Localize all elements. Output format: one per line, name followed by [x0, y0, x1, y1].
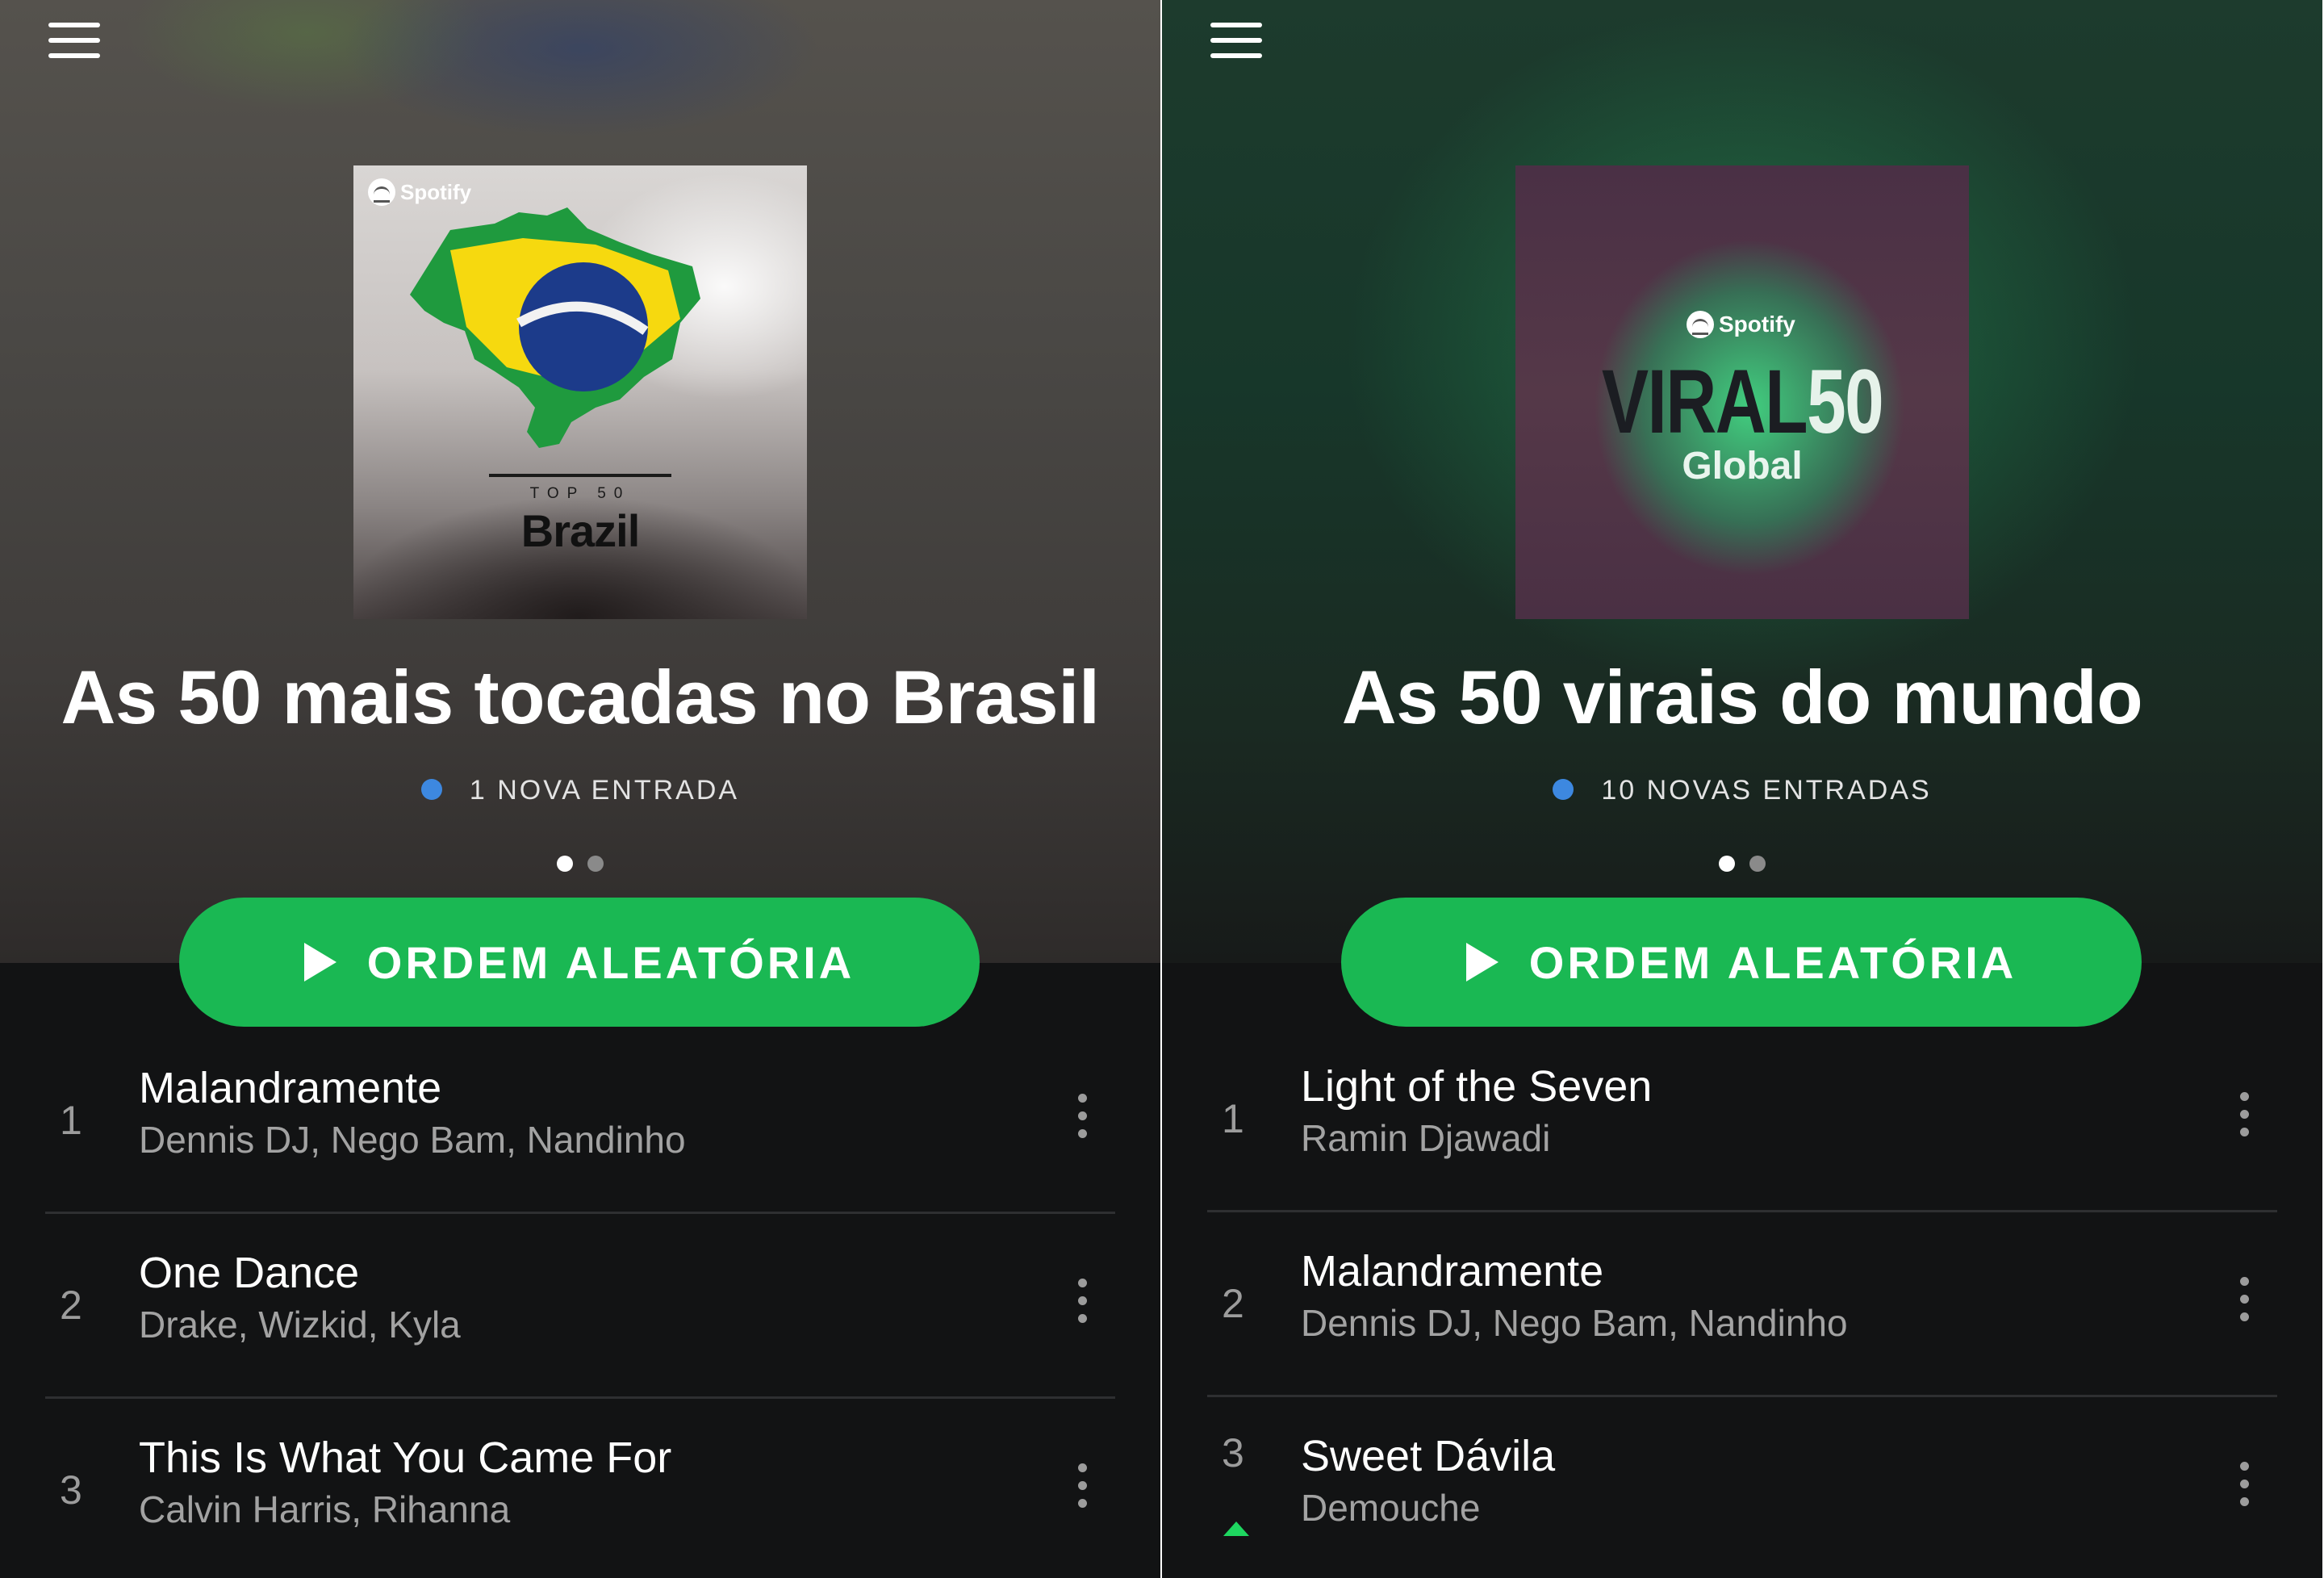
track-title: This Is What You Came For — [139, 1434, 672, 1482]
track-row[interactable]: 1 Light of the Seven Ramin Djawadi — [1207, 1028, 2277, 1210]
page-dot[interactable] — [1749, 856, 1766, 872]
track-row[interactable]: 1 Malandramente Dennis DJ, Nego Bam, Nan… — [45, 1029, 1115, 1212]
more-options-icon[interactable] — [1070, 1463, 1094, 1520]
new-entry-dot-icon — [1553, 779, 1574, 801]
track-row[interactable]: 3 Sweet Dávila Demouche — [1207, 1397, 2277, 1578]
cover-viral-title: VIRAL50 — [1565, 350, 1919, 454]
track-artist: Calvin Harris, Rihanna — [139, 1488, 511, 1530]
more-options-icon[interactable] — [1070, 1094, 1094, 1150]
trend-up-icon — [1223, 1521, 1249, 1536]
track-number: 1 — [1222, 1096, 1244, 1141]
page-dot-active[interactable] — [557, 856, 573, 872]
cover-viral-number: 50 — [1807, 351, 1884, 452]
track-title: Malandramente — [1301, 1247, 1604, 1295]
playlist-cover: Spotify TOP 50 Brazil — [353, 165, 807, 619]
track-title: Malandramente — [139, 1064, 442, 1112]
track-number: 1 — [60, 1098, 82, 1143]
playlist-cover: Spotify VIRAL50 Global — [1515, 165, 1969, 619]
new-entries-badge: 1 NOVA ENTRADA — [0, 775, 1160, 806]
track-artist: Dennis DJ, Nego Bam, Nandinho — [1301, 1302, 1848, 1344]
track-title: One Dance — [139, 1249, 360, 1297]
cover-viral-word: VIRAL — [1601, 351, 1808, 452]
track-artist: Demouche — [1301, 1487, 1481, 1529]
spotify-wordmark: Spotify — [1719, 312, 1795, 337]
page-indicator[interactable] — [0, 856, 1160, 876]
track-artist: Dennis DJ, Nego Bam, Nandinho — [139, 1119, 686, 1161]
cover-divider — [489, 474, 671, 477]
track-title: Sweet Dávila — [1301, 1432, 1556, 1480]
new-entries-badge: 10 NOVAS ENTRADAS — [1162, 775, 2322, 806]
playlist-title: As 50 virais do mundo — [1341, 655, 2143, 739]
track-row[interactable]: 2 Malandramente Dennis DJ, Nego Bam, Nan… — [1207, 1212, 2277, 1395]
new-entries-label: 10 NOVAS ENTRADAS — [1601, 775, 1932, 806]
play-icon — [303, 943, 336, 982]
cover-subtitle: Global — [1682, 445, 1803, 488]
more-options-icon[interactable] — [2232, 1092, 2256, 1149]
playlist-panel-brazil: Spotify TOP 50 Brazil As 50 mais tocadas… — [0, 0, 1160, 1578]
page-dot[interactable] — [587, 856, 604, 872]
new-entry-dot-icon — [420, 779, 442, 801]
cover-top-label: TOP 50 — [529, 485, 631, 502]
playlist-title: As 50 mais tocadas no Brasil — [61, 655, 1100, 739]
spotify-icon — [1687, 311, 1714, 338]
track-number: 3 — [1222, 1430, 1244, 1475]
shuffle-label: ORDEM ALEATÓRIA — [366, 936, 855, 988]
menu-icon[interactable] — [48, 23, 105, 61]
page-dot-active[interactable] — [1719, 856, 1735, 872]
shuffle-label: ORDEM ALEATÓRIA — [1528, 936, 2017, 988]
track-number: 3 — [60, 1467, 82, 1513]
more-options-icon[interactable] — [1070, 1279, 1094, 1335]
track-number: 2 — [60, 1283, 82, 1328]
page-indicator[interactable] — [1162, 856, 2322, 876]
play-icon — [1465, 943, 1498, 982]
playlist-panel-viral: Spotify VIRAL50 Global As 50 virais do m… — [1162, 0, 2322, 1578]
spotify-logo: Spotify — [1687, 311, 1795, 338]
new-entries-label: 1 NOVA ENTRADA — [469, 775, 740, 806]
track-row[interactable]: 2 One Dance Drake, Wizkid, Kyla — [45, 1214, 1115, 1396]
track-artist: Ramin Djawadi — [1301, 1117, 1551, 1159]
more-options-icon[interactable] — [2232, 1462, 2256, 1518]
more-options-icon[interactable] — [2232, 1277, 2256, 1333]
track-artist: Drake, Wizkid, Kyla — [139, 1304, 461, 1346]
cover-name: Brazil — [520, 505, 641, 556]
track-title: Light of the Seven — [1301, 1062, 1653, 1111]
track-row[interactable]: 3 This Is What You Came For Calvin Harri… — [45, 1399, 1115, 1578]
track-number: 2 — [1222, 1281, 1244, 1326]
shuffle-play-button[interactable]: ORDEM ALEATÓRIA — [1341, 898, 2142, 1027]
shuffle-play-button[interactable]: ORDEM ALEATÓRIA — [179, 898, 980, 1027]
menu-icon[interactable] — [1210, 23, 1267, 61]
